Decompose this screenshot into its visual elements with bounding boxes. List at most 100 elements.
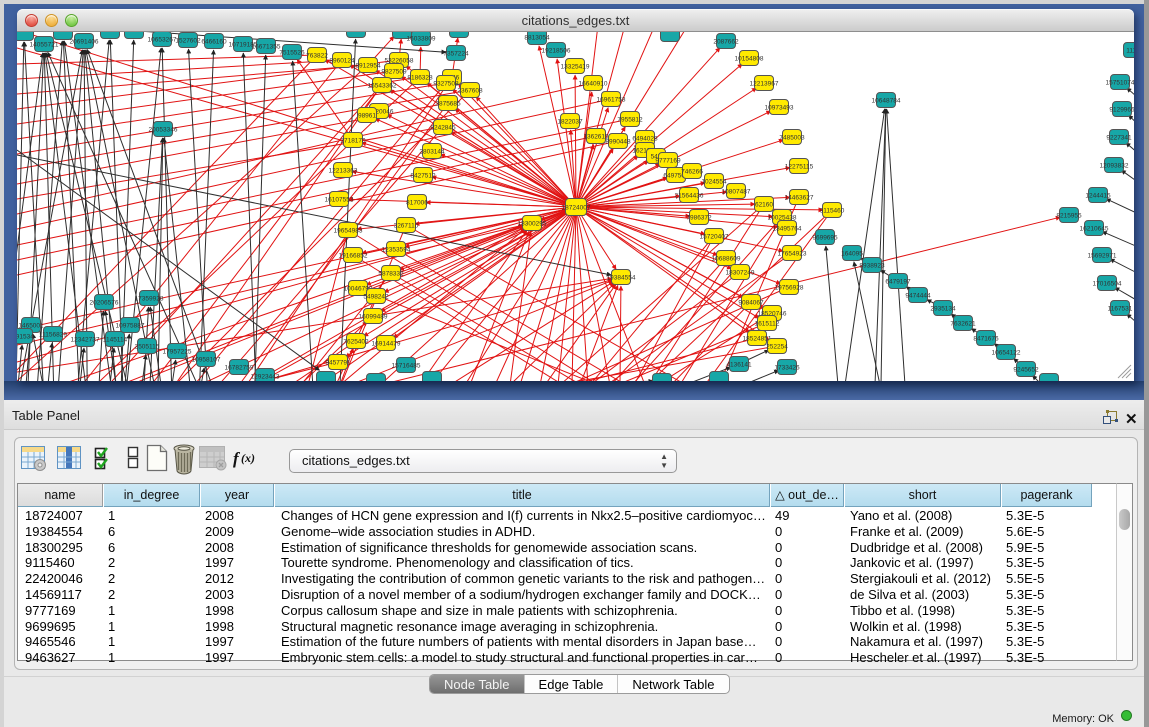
svg-text:5498242: 5498242 [363, 294, 389, 301]
svg-text:9777169: 9777169 [655, 158, 681, 165]
svg-text:11156829: 11156829 [39, 332, 67, 339]
svg-text:1024554: 1024554 [701, 179, 727, 186]
svg-text:10973493: 10973493 [765, 105, 794, 112]
svg-text:17359928: 17359928 [135, 296, 164, 303]
svg-text:8912954: 8912954 [355, 63, 381, 70]
svg-text:14463627: 14463627 [785, 195, 814, 202]
svg-text:5878332: 5878332 [378, 271, 404, 278]
svg-text:12275115: 12275115 [785, 164, 814, 171]
svg-text:10807487: 10807487 [722, 189, 751, 196]
svg-text:391534: 391534 [17, 334, 34, 341]
svg-text:2367608: 2367608 [457, 88, 483, 95]
svg-text:16640910: 16640910 [579, 81, 608, 88]
svg-text:2718170: 2718170 [340, 138, 366, 145]
svg-text:9227341: 9227341 [1106, 135, 1132, 142]
svg-text:2935134: 2935134 [930, 306, 956, 313]
svg-text:16914479: 16914479 [372, 341, 401, 348]
svg-text:9245652: 9245652 [1013, 367, 1039, 374]
svg-text:10654122: 10654122 [992, 350, 1021, 357]
svg-text:15720407: 15720407 [700, 234, 729, 241]
svg-text:13325419: 13325419 [561, 64, 590, 71]
svg-text:763822: 763822 [306, 53, 328, 60]
svg-text:15751074: 15751074 [1106, 80, 1134, 87]
svg-text:7485003: 7485003 [779, 135, 805, 142]
svg-text:17016504: 17016504 [1093, 281, 1122, 288]
svg-text:8242845: 8242845 [430, 125, 456, 132]
svg-text:20053346: 20053346 [149, 127, 178, 134]
svg-text:1145114: 1145114 [103, 337, 128, 344]
svg-text:10154808: 10154808 [735, 56, 764, 63]
svg-text:10648784: 10648784 [872, 98, 901, 105]
svg-text:4136141: 4136141 [726, 362, 752, 369]
svg-text:17654923: 17654923 [778, 251, 807, 258]
svg-text:10975887: 10975887 [116, 323, 145, 330]
svg-text:12093832: 12093832 [1100, 163, 1129, 170]
svg-text:1117: 1117 [1126, 48, 1134, 55]
svg-text:17957225: 17957225 [163, 349, 192, 356]
svg-text:3875685: 3875685 [435, 101, 461, 108]
svg-text:18300295: 18300295 [518, 221, 547, 228]
svg-text:98961: 98961 [358, 113, 376, 120]
svg-text:7955812: 7955812 [617, 117, 643, 124]
svg-text:10653267: 10653267 [148, 37, 177, 44]
svg-text:252254: 252254 [766, 344, 788, 351]
svg-text:6479197: 6479197 [885, 279, 911, 286]
svg-text:15692971: 15692971 [1088, 253, 1117, 260]
svg-text:12923443: 12923443 [251, 374, 280, 381]
svg-text:1244415: 1244415 [1085, 193, 1111, 200]
svg-text:62160: 62160 [755, 202, 773, 209]
svg-text:16033809: 16033809 [407, 36, 436, 43]
svg-text:10958107: 10958107 [192, 357, 221, 364]
svg-text:9327508: 9327508 [433, 81, 459, 88]
svg-text:19654983: 19654983 [334, 228, 363, 235]
svg-text:12213363: 12213363 [329, 168, 358, 175]
svg-text:2505115: 2505115 [135, 344, 160, 351]
svg-text:9129966: 9129966 [1109, 107, 1134, 114]
svg-text:7986372: 7986372 [686, 215, 712, 222]
svg-text:9474444: 9474444 [905, 293, 931, 300]
svg-text:8938923: 8938923 [859, 263, 885, 270]
svg-text:20691406: 20691406 [70, 39, 99, 46]
svg-text:164095: 164095 [841, 251, 863, 258]
svg-text:12213967: 12213967 [750, 81, 779, 88]
svg-text:9084067: 9084067 [738, 300, 764, 307]
svg-text:18307249: 18307249 [726, 270, 755, 277]
svg-text:7515526: 7515526 [279, 50, 305, 57]
svg-text:9827509: 9827509 [381, 69, 407, 76]
svg-text:(x): (x) [241, 451, 255, 465]
svg-text:f: f [233, 449, 241, 468]
svg-text:12342737: 12342737 [71, 337, 100, 344]
svg-text:8186328: 8186328 [407, 75, 433, 82]
svg-text:2803144: 2803144 [419, 149, 445, 156]
svg-text:3267110: 3267110 [394, 223, 419, 230]
svg-text:6494028: 6494028 [632, 136, 658, 143]
svg-text:746266: 746266 [681, 169, 703, 176]
svg-text:10688609: 10688609 [712, 256, 741, 263]
svg-text:18724007: 18724007 [562, 205, 591, 212]
svg-text:1615112: 1615112 [755, 321, 780, 328]
svg-text:8215955: 8215955 [1056, 213, 1082, 220]
svg-text:8813054: 8813054 [524, 35, 550, 42]
svg-text:8990448: 8990448 [605, 139, 631, 146]
svg-text:8427512: 8427512 [410, 173, 436, 180]
svg-text:20206576: 20206576 [90, 300, 119, 307]
svg-text:15716485: 15716485 [392, 363, 421, 370]
svg-text:7625402: 7625402 [343, 339, 369, 346]
svg-text:7357224: 7357224 [443, 51, 469, 58]
svg-text:16107553: 16107553 [325, 197, 354, 204]
svg-text:12353594: 12353594 [382, 247, 411, 254]
svg-text:1527602: 1527602 [175, 38, 201, 45]
svg-text:16671355: 16671355 [252, 44, 281, 51]
svg-text:2087662: 2087662 [713, 39, 739, 46]
svg-text:16543362: 16543362 [368, 83, 397, 90]
svg-text:16099489: 16099489 [359, 314, 388, 321]
svg-text:16961758: 16961758 [597, 97, 626, 104]
svg-text:6466160: 6466160 [201, 39, 227, 46]
svg-text:19166852: 19166852 [339, 253, 368, 260]
svg-text:817006: 817006 [406, 200, 428, 207]
svg-text:9699695: 9699695 [812, 235, 838, 242]
svg-text:9115460: 9115460 [820, 208, 845, 215]
svg-text:19384554: 19384554 [607, 275, 636, 282]
svg-text:21564436: 21564436 [675, 193, 704, 200]
svg-text:1167531: 1167531 [1108, 306, 1133, 313]
